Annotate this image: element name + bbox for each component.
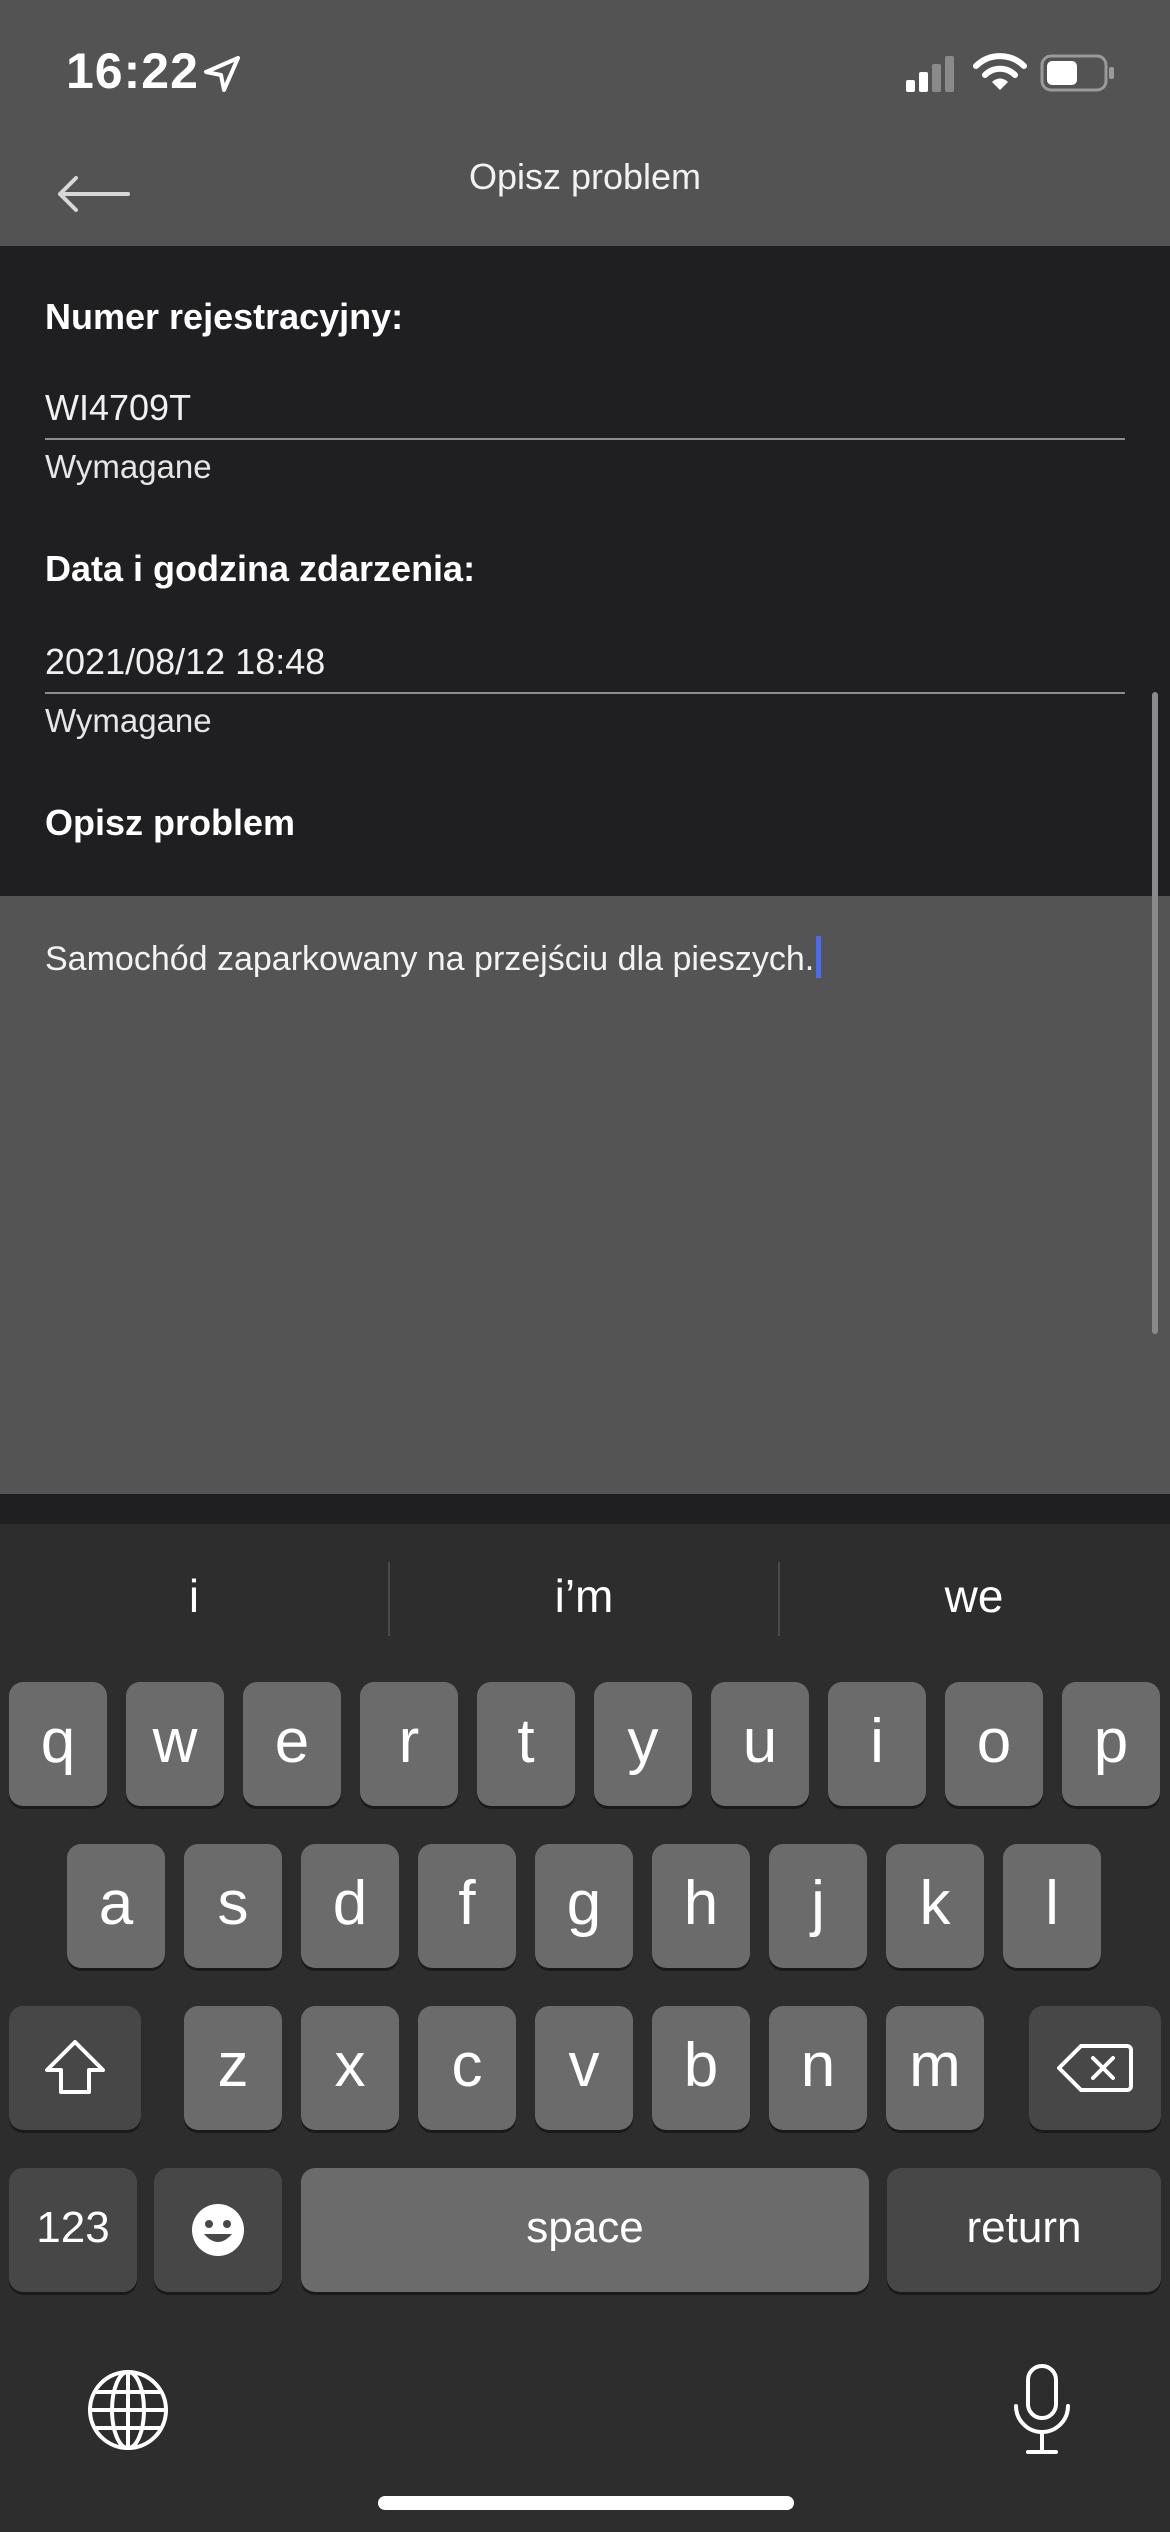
app-header: Opisz problem: [0, 150, 1170, 246]
key-b[interactable]: b: [652, 2006, 750, 2130]
description-label: Opisz problem: [45, 802, 296, 843]
key-k[interactable]: k: [886, 1844, 984, 1968]
key-x[interactable]: x: [301, 2006, 399, 2130]
scroll-indicator[interactable]: [1152, 692, 1158, 1334]
backspace-icon: [1057, 2044, 1133, 2092]
back-button[interactable]: [48, 150, 138, 246]
suggestion-3[interactable]: we: [780, 1566, 1168, 1626]
return-key[interactable]: return: [887, 2168, 1161, 2292]
back-arrow-icon: [58, 176, 130, 212]
datetime-underline: [45, 692, 1125, 694]
keyboard-top-strip: [0, 1496, 1170, 1524]
globe-icon[interactable]: [86, 2368, 170, 2452]
key-m[interactable]: m: [886, 2006, 984, 2130]
description-textarea[interactable]: Samochód zaparkowany na przejściu dla pi…: [0, 896, 1170, 1494]
key-e[interactable]: e: [243, 1682, 341, 1806]
registration-underline: [45, 438, 1125, 440]
suggestion-1[interactable]: i: [0, 1566, 388, 1626]
key-y[interactable]: y: [594, 1682, 692, 1806]
datetime-label: Data i godzina zdarzenia:: [45, 548, 476, 589]
shift-arrow-icon: [45, 2040, 105, 2094]
report-form: Numer rejestracyjny: Wymagane Data i god…: [0, 246, 1170, 896]
key-v[interactable]: v: [535, 2006, 633, 2130]
location-arrow-icon: [204, 56, 240, 92]
key-p[interactable]: p: [1062, 1682, 1160, 1806]
datetime-input[interactable]: [45, 640, 1125, 684]
emoji-icon: [192, 2204, 244, 2256]
registration-label: Numer rejestracyjny:: [45, 296, 404, 337]
numbers-key[interactable]: 123: [9, 2168, 137, 2292]
home-indicator[interactable]: [378, 2496, 794, 2510]
key-g[interactable]: g: [535, 1844, 633, 1968]
wifi-icon: [973, 53, 1027, 90]
datetime-hint: Wymagane: [45, 702, 212, 739]
key-j[interactable]: j: [769, 1844, 867, 1968]
key-d[interactable]: d: [301, 1844, 399, 1968]
key-n[interactable]: n: [769, 2006, 867, 2130]
backspace-key[interactable]: [1029, 2006, 1161, 2130]
key-q[interactable]: q: [9, 1682, 107, 1806]
key-l[interactable]: l: [1003, 1844, 1101, 1968]
key-f[interactable]: f: [418, 1844, 516, 1968]
key-w[interactable]: w: [126, 1682, 224, 1806]
space-key[interactable]: space: [301, 2168, 869, 2292]
registration-hint: Wymagane: [45, 448, 212, 485]
description-text: Samochód zaparkowany na przejściu dla pi…: [45, 936, 822, 979]
key-i[interactable]: i: [828, 1682, 926, 1806]
microphone-icon[interactable]: [1010, 2362, 1074, 2458]
status-time: 16:22: [66, 43, 199, 99]
key-s[interactable]: s: [184, 1844, 282, 1968]
cellular-signal-icon: [906, 56, 954, 92]
key-c[interactable]: c: [418, 2006, 516, 2130]
key-t[interactable]: t: [477, 1682, 575, 1806]
key-u[interactable]: u: [711, 1682, 809, 1806]
key-h[interactable]: h: [652, 1844, 750, 1968]
registration-input[interactable]: [45, 386, 1125, 430]
keyboard: i i’m we q w e r t y u i o p a s d f g h…: [0, 1496, 1170, 2532]
key-r[interactable]: r: [360, 1682, 458, 1806]
page-title: Opisz problem: [468, 156, 702, 197]
key-a[interactable]: a: [67, 1844, 165, 1968]
text-caret: [816, 936, 822, 978]
battery-icon: [1040, 54, 1114, 92]
status-bar: 16:22: [0, 0, 1170, 150]
suggestion-2[interactable]: i’m: [390, 1566, 778, 1626]
description-value: Samochód zaparkowany na przejściu dla pi…: [45, 940, 815, 978]
key-o[interactable]: o: [945, 1682, 1043, 1806]
key-z[interactable]: z: [184, 2006, 282, 2130]
emoji-key[interactable]: [154, 2168, 282, 2292]
shift-key[interactable]: [9, 2006, 141, 2130]
